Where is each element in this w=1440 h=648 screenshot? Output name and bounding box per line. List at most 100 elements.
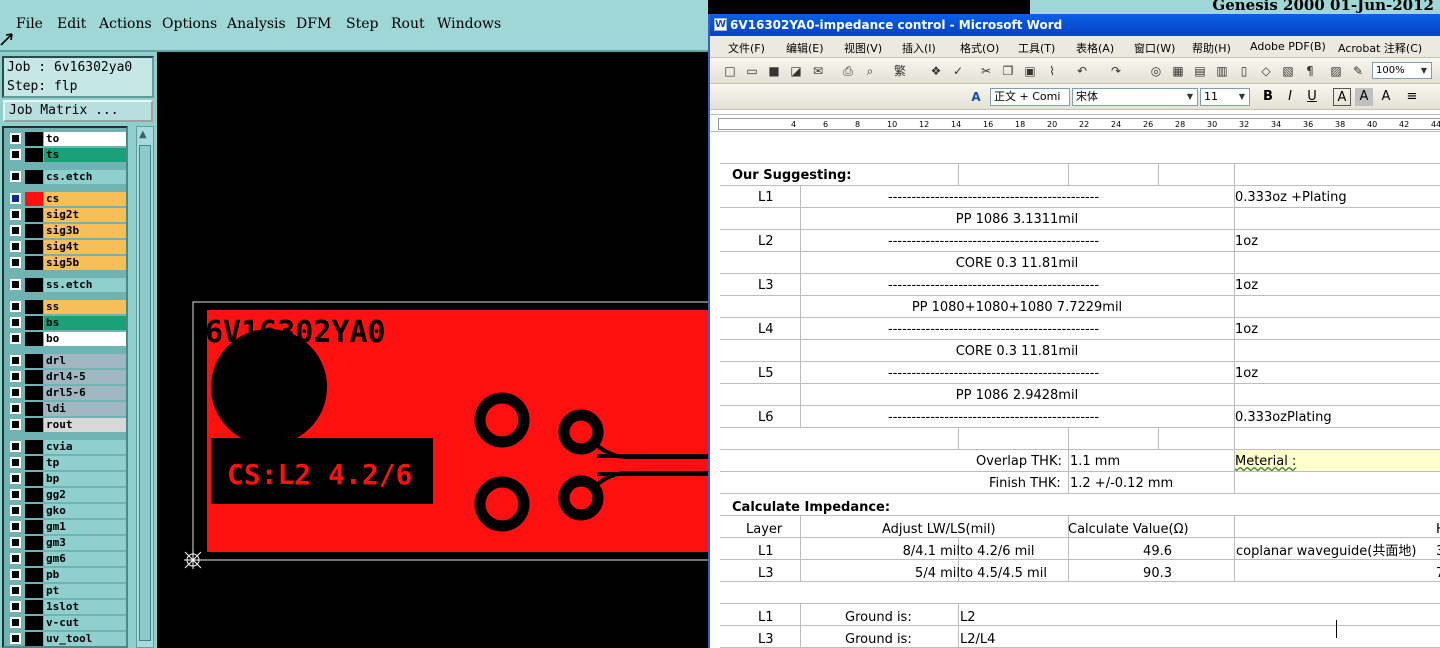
hyperlink-icon[interactable]: ◎ <box>1148 63 1164 79</box>
layer-name[interactable]: sig3b <box>44 224 126 238</box>
word-menu-format[interactable]: 格式(O) <box>960 40 999 56</box>
layer-list[interactable]: to ts cs.etch cs sig2t sig3b sig4t sig5b ss.etch… <box>2 126 128 648</box>
styles-icon[interactable]: A <box>968 89 984 105</box>
layer-color-swatch[interactable] <box>25 504 43 518</box>
traditional-chinese-icon[interactable]: 繁 <box>892 63 908 79</box>
paste-icon[interactable]: ▣ <box>1022 63 1038 79</box>
layer-row-pb[interactable]: pb <box>8 568 126 582</box>
layer-color-swatch[interactable] <box>25 132 43 146</box>
layer-color-swatch[interactable] <box>25 488 43 502</box>
layer-name[interactable]: ss <box>44 300 126 314</box>
layer-row-sig5b[interactable]: sig5b <box>8 256 126 270</box>
scroll-up-icon[interactable]: ▲ <box>139 129 147 140</box>
font-select[interactable]: 宋体 ▼ <box>1072 88 1198 106</box>
layer-color-swatch[interactable] <box>25 456 43 470</box>
layer-checkbox[interactable] <box>10 193 21 204</box>
scroll-thumb[interactable] <box>139 145 151 641</box>
layer-color-swatch[interactable] <box>25 208 43 222</box>
layer-row-ts[interactable]: ts <box>8 148 126 162</box>
layer-row-cs.etch[interactable]: cs.etch <box>8 170 126 184</box>
layer-checkbox[interactable] <box>10 257 21 268</box>
layer-checkbox[interactable] <box>10 333 21 344</box>
permission-icon[interactable]: ◪ <box>788 63 804 79</box>
layer-scrollbar[interactable]: ▲ <box>136 126 154 648</box>
word-menu-tools[interactable]: 工具(T) <box>1018 40 1055 56</box>
layer-name[interactable]: pb <box>44 568 126 582</box>
layer-name[interactable]: gko <box>44 504 126 518</box>
layer-name[interactable]: bp <box>44 472 126 486</box>
word-menu-acrobat[interactable]: Acrobat 注释(C) <box>1338 40 1422 56</box>
layer-name[interactable]: bs <box>44 316 126 330</box>
layer-row-cvia[interactable]: cvia <box>8 440 126 454</box>
layer-checkbox[interactable] <box>10 521 21 532</box>
char-shading-icon[interactable]: A <box>1355 88 1373 106</box>
layer-checkbox[interactable] <box>10 633 21 644</box>
layer-checkbox[interactable] <box>10 355 21 366</box>
save-icon[interactable]: ■ <box>766 63 782 79</box>
layer-color-swatch[interactable] <box>25 440 43 454</box>
layer-row-bs[interactable]: bs <box>8 316 126 330</box>
layer-name[interactable]: gm1 <box>44 520 126 534</box>
read-icon[interactable]: ▨ <box>1328 63 1344 79</box>
word-menu-window[interactable]: 窗口(W) <box>1134 40 1175 56</box>
layer-checkbox[interactable] <box>10 225 21 236</box>
layer-row-bo[interactable]: bo <box>8 332 126 346</box>
layer-color-swatch[interactable] <box>25 300 43 314</box>
layer-row-sig4t[interactable]: sig4t <box>8 240 126 254</box>
research-icon[interactable]: ❖ <box>928 63 944 79</box>
menu-dfm[interactable]: DFM <box>296 16 331 32</box>
word-menu-table[interactable]: 表格(A) <box>1076 40 1114 56</box>
layer-name[interactable]: uv_tool <box>44 632 126 646</box>
copy-icon[interactable]: ❐ <box>1000 63 1016 79</box>
layer-color-swatch[interactable] <box>25 240 43 254</box>
layer-row-ldi[interactable]: ldi <box>8 402 126 416</box>
layer-row-1slot[interactable]: 1slot <box>8 600 126 614</box>
layer-name[interactable]: gm6 <box>44 552 126 566</box>
layer-row-gm1[interactable]: gm1 <box>8 520 126 534</box>
layer-row-sig2t[interactable]: sig2t <box>8 208 126 222</box>
layer-color-swatch[interactable] <box>25 316 43 330</box>
print-preview-icon[interactable]: ⌕ <box>862 63 878 79</box>
layer-name[interactable]: tp <box>44 456 126 470</box>
layer-checkbox[interactable] <box>10 209 21 220</box>
layer-checkbox[interactable] <box>10 537 21 548</box>
layer-checkbox[interactable] <box>10 317 21 328</box>
layer-row-gko[interactable]: gko <box>8 504 126 518</box>
layer-checkbox[interactable] <box>10 403 21 414</box>
layer-name[interactable]: drl5-6 <box>44 386 126 400</box>
menu-options[interactable]: Options <box>162 16 217 32</box>
word-menu-view[interactable]: 视图(V) <box>844 40 882 56</box>
layer-color-swatch[interactable] <box>25 224 43 238</box>
layer-color-swatch[interactable] <box>25 632 43 646</box>
layer-row-to[interactable]: to <box>8 132 126 146</box>
char-border-icon[interactable]: A <box>1333 88 1351 106</box>
layer-color-swatch[interactable] <box>25 354 43 368</box>
columns-icon[interactable]: ▯ <box>1236 63 1252 79</box>
layer-row-drl5-6[interactable]: drl5-6 <box>8 386 126 400</box>
layer-checkbox[interactable] <box>10 149 21 160</box>
char-scaling-icon[interactable]: A <box>1377 88 1395 106</box>
layer-checkbox[interactable] <box>10 279 21 290</box>
menu-step[interactable]: Step <box>346 16 378 32</box>
layer-name[interactable]: gg2 <box>44 488 126 502</box>
layer-name[interactable]: v-cut <box>44 616 126 630</box>
layer-name[interactable]: gm3 <box>44 536 126 550</box>
layer-name[interactable]: rout <box>44 418 126 432</box>
layer-name[interactable]: sig4t <box>44 240 126 254</box>
bold-icon[interactable]: B <box>1259 88 1277 106</box>
layer-checkbox[interactable] <box>10 505 21 516</box>
menu-actions[interactable]: Actions <box>99 16 152 32</box>
document-map-icon[interactable]: ▧ <box>1280 63 1296 79</box>
layer-name[interactable]: cs <box>44 192 126 206</box>
layer-checkbox[interactable] <box>10 371 21 382</box>
layer-checkbox[interactable] <box>10 133 21 144</box>
layer-checkbox[interactable] <box>10 441 21 452</box>
layer-color-swatch[interactable] <box>25 256 43 270</box>
layer-checkbox[interactable] <box>10 419 21 430</box>
document-body[interactable]: Our Suggesting: L1 ----------------------… <box>710 136 1440 648</box>
menu-file[interactable]: File <box>16 16 43 32</box>
layer-color-swatch[interactable] <box>25 278 43 292</box>
layer-checkbox[interactable] <box>10 617 21 628</box>
layer-color-swatch[interactable] <box>25 402 43 416</box>
layer-row-ss.etch[interactable]: ss.etch <box>8 278 126 292</box>
